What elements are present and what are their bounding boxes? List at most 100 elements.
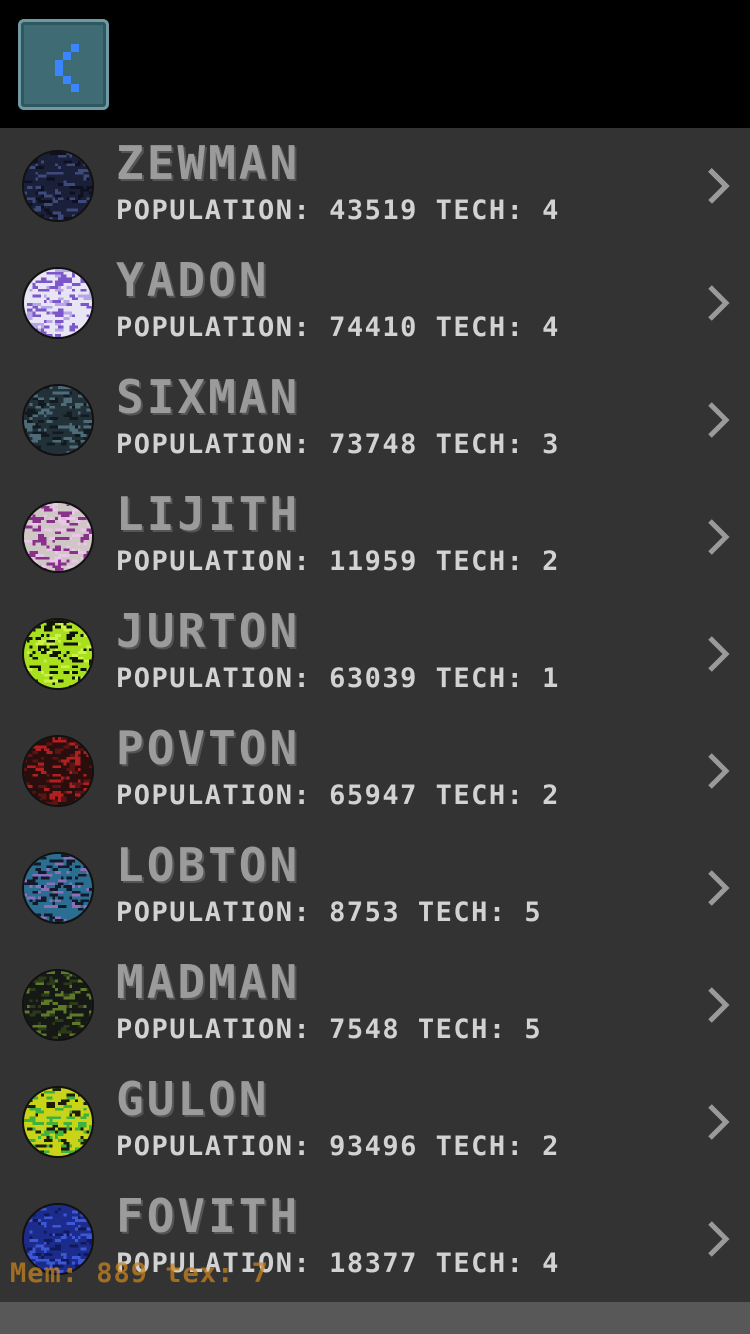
- planet-texture: [24, 620, 92, 688]
- chevron-right-icon: [708, 168, 730, 204]
- planet-texture: [24, 1088, 92, 1156]
- population-label: POPULATION:: [116, 1014, 312, 1045]
- tech-label: TECH:: [417, 1014, 507, 1045]
- planet-icon: [22, 267, 94, 339]
- planet-name: YADON: [116, 253, 270, 307]
- population-value: 63039: [329, 663, 418, 694]
- tech-value: 4: [542, 195, 560, 226]
- planet-stats: POPULATION: 63039 TECH: 1: [116, 662, 560, 696]
- planet-row[interactable]: ZEWMAN POPULATION: 43519 TECH: 4: [0, 128, 750, 245]
- chevron-left-icon: [55, 44, 79, 92]
- planet-texture: [24, 737, 92, 805]
- population-label: POPULATION:: [116, 312, 312, 343]
- bottom-bar: [0, 1302, 750, 1334]
- planet-name: JURTON: [116, 604, 301, 658]
- planet-stats: POPULATION: 7548 TECH: 5: [116, 1013, 542, 1047]
- tech-label: TECH:: [435, 1248, 525, 1279]
- planet-name: FOVITH: [116, 1189, 301, 1243]
- planet-stats: POPULATION: 73748 TECH: 3: [116, 428, 560, 462]
- tech-label: TECH:: [435, 429, 525, 460]
- tech-label: TECH:: [417, 897, 507, 928]
- planet-name: SIXMAN: [116, 370, 301, 424]
- planet-name: ZEWMAN: [116, 136, 301, 190]
- population-value: 93496: [329, 1131, 418, 1162]
- population-label: POPULATION:: [116, 780, 312, 811]
- population-label: POPULATION:: [116, 1131, 312, 1162]
- population-value: 43519: [329, 195, 418, 226]
- planet-icon: [22, 501, 94, 573]
- planet-row[interactable]: POVTON POPULATION: 65947 TECH: 2: [0, 713, 750, 830]
- tech-value: 2: [542, 1131, 560, 1162]
- planet-icon: [22, 969, 94, 1041]
- planet-row[interactable]: LOBTON POPULATION: 8753 TECH: 5: [0, 830, 750, 947]
- planet-name: MADMAN: [116, 955, 301, 1009]
- planet-row[interactable]: LIJITH POPULATION: 11959 TECH: 2: [0, 479, 750, 596]
- planet-icon: [22, 150, 94, 222]
- tech-value: 5: [524, 1014, 543, 1045]
- planet-stats: POPULATION: 43519 TECH: 4: [116, 194, 560, 228]
- planet-stats: POPULATION: 8753 TECH: 5: [116, 896, 542, 930]
- planet-row[interactable]: GULON POPULATION: 93496 TECH: 2: [0, 1064, 750, 1181]
- chevron-right-icon: [708, 519, 730, 555]
- planet-row[interactable]: YADON POPULATION: 74410 TECH: 4: [0, 245, 750, 362]
- population-value: 18377: [329, 1248, 418, 1279]
- population-value: 8753: [329, 897, 401, 928]
- tech-label: TECH:: [435, 195, 525, 226]
- planet-name: LIJITH: [116, 487, 301, 541]
- planet-icon: [22, 852, 94, 924]
- back-button[interactable]: [18, 19, 109, 110]
- planet-row[interactable]: MADMAN POPULATION: 7548 TECH: 5: [0, 947, 750, 1064]
- tech-label: TECH:: [435, 663, 525, 694]
- tech-value: 4: [542, 1248, 560, 1279]
- tech-value: 3: [542, 429, 560, 460]
- planet-stats: POPULATION: 93496 TECH: 2: [116, 1130, 560, 1164]
- tech-value: 4: [542, 312, 560, 343]
- population-value: 73748: [329, 429, 418, 460]
- tech-label: TECH:: [435, 312, 525, 343]
- planet-texture: [24, 386, 92, 454]
- planet-stats: POPULATION: 11959 TECH: 2: [116, 545, 560, 579]
- planet-icon: [22, 618, 94, 690]
- population-label: POPULATION:: [116, 195, 312, 226]
- tech-value: 5: [524, 897, 543, 928]
- chevron-right-icon: [708, 870, 730, 906]
- planet-list-screen: ZEWMAN POPULATION: 43519 TECH: 4 YADON P…: [0, 0, 750, 1334]
- population-value: 7548: [329, 1014, 401, 1045]
- chevron-right-icon: [708, 636, 730, 672]
- population-label: POPULATION:: [116, 546, 312, 577]
- planet-name: POVTON: [116, 721, 301, 775]
- chevron-right-icon: [708, 1221, 730, 1257]
- planet-name: LOBTON: [116, 838, 301, 892]
- planet-row[interactable]: SIXMAN POPULATION: 73748 TECH: 3: [0, 362, 750, 479]
- planet-texture: [24, 152, 92, 220]
- planet-list: ZEWMAN POPULATION: 43519 TECH: 4 YADON P…: [0, 128, 750, 1302]
- planet-texture: [24, 971, 92, 1039]
- chevron-right-icon: [708, 753, 730, 789]
- planet-texture: [24, 854, 92, 922]
- planet-texture: [24, 269, 92, 337]
- planet-icon: [22, 735, 94, 807]
- tech-value: 2: [542, 546, 560, 577]
- top-bar: [0, 0, 750, 128]
- planet-stats: POPULATION: 74410 TECH: 4: [116, 311, 560, 345]
- tech-label: TECH:: [435, 780, 525, 811]
- population-label: POPULATION:: [116, 897, 312, 928]
- planet-icon: [22, 384, 94, 456]
- planet-texture: [24, 503, 92, 571]
- tech-label: TECH:: [435, 1131, 525, 1162]
- planet-stats: POPULATION: 65947 TECH: 2: [116, 779, 560, 813]
- planet-icon: [22, 1086, 94, 1158]
- population-label: POPULATION:: [116, 429, 312, 460]
- population-value: 11959: [329, 546, 418, 577]
- chevron-right-icon: [708, 1104, 730, 1140]
- population-value: 74410: [329, 312, 418, 343]
- planet-row[interactable]: JURTON POPULATION: 63039 TECH: 1: [0, 596, 750, 713]
- debug-memory-overlay: Mem: 889 tex: 7: [10, 1258, 269, 1289]
- tech-label: TECH:: [435, 546, 525, 577]
- planet-name: GULON: [116, 1072, 270, 1126]
- population-value: 65947: [329, 780, 418, 811]
- chevron-right-icon: [708, 987, 730, 1023]
- chevron-right-icon: [708, 285, 730, 321]
- chevron-right-icon: [708, 402, 730, 438]
- tech-value: 2: [542, 780, 560, 811]
